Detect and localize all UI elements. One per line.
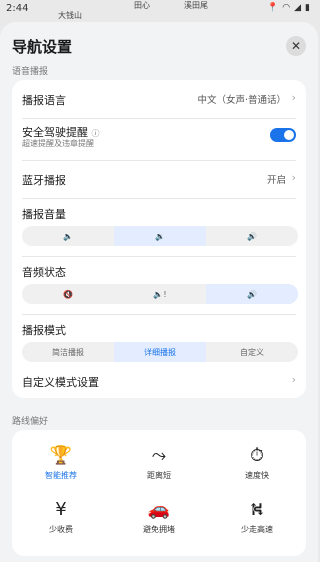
close-icon: ✕: [290, 39, 302, 53]
location-icon: 📍: [267, 3, 279, 13]
stopwatch-icon: ⏱: [249, 445, 265, 466]
broadcast-language-label: 播报语言: [22, 94, 66, 107]
route-card: 🏆 智能推荐 ⤳ 距离短 ⏱ 速度快 ¥ 少收费 🚗 避免拥堵 ⛕ 少走高速: [12, 430, 306, 556]
mode-selector: 简洁播报 详细播报 自定义: [22, 342, 298, 362]
mode-custom-option[interactable]: 自定义: [206, 342, 298, 362]
status-bar: 2:44 大钱山 田心 溪田尾 📍 ◠ ◢ ▮: [0, 0, 318, 20]
route-option-fastest[interactable]: ⏱ 速度快: [208, 444, 306, 494]
divider: [22, 198, 296, 199]
route-option-label: 速度快: [245, 471, 269, 480]
voice-card: 播报语言 中文（女声·普通话） › 安全驾驶提醒 ⓘ 超速提醒及违章提醒 蓝牙播…: [12, 80, 306, 398]
toll-icon: ¥: [55, 499, 67, 520]
page-title: 导航设置: [12, 38, 73, 56]
volume-label: 播报音量: [22, 208, 66, 221]
custom-mode-label: 自定义模式设置: [22, 376, 99, 389]
mode-header: 播报模式: [22, 322, 296, 337]
volume-medium-icon: 🔉: [155, 231, 165, 241]
section-label-voice: 语音播报: [12, 67, 49, 77]
audio-on-option[interactable]: 🔊: [206, 284, 298, 304]
chevron-right-icon: ›: [291, 373, 296, 386]
route-option-avoid-highway[interactable]: ⛕ 少走高速: [208, 498, 306, 548]
status-time: 2:44: [6, 3, 29, 14]
custom-mode-row[interactable]: 自定义模式设置 ›: [22, 373, 296, 390]
divider: [22, 160, 296, 161]
route-option-label: 避免拥堵: [143, 525, 175, 534]
mute-icon: 🔇: [63, 289, 73, 299]
speaker-alert-icon: 🔈!: [153, 289, 167, 299]
broadcast-language-value: 中文（女声·普通话）: [197, 95, 286, 106]
safe-driving-row: 安全驾驶提醒 ⓘ 超速提醒及违章提醒: [22, 124, 296, 152]
status-icons: 📍 ◠ ◢ ▮: [267, 3, 310, 13]
volume-low-icon: 🔈: [63, 231, 73, 241]
route-option-shortest[interactable]: ⤳ 距离短: [110, 444, 208, 494]
mode-detailed-option[interactable]: 详细播报: [114, 342, 206, 362]
broadcast-language-row[interactable]: 播报语言 中文（女声·普通话） ›: [22, 91, 296, 108]
volume-header: 播报音量: [22, 206, 296, 221]
wifi-icon: ◠: [282, 3, 291, 13]
bluetooth-label: 蓝牙播报: [22, 174, 66, 187]
trophy-icon: 🏆: [49, 445, 73, 466]
divider: [22, 118, 296, 119]
chevron-right-icon: ›: [291, 171, 296, 184]
route-option-smart[interactable]: 🏆 智能推荐: [12, 444, 110, 494]
close-button[interactable]: ✕: [286, 36, 306, 56]
settings-sheet: 导航设置 ✕ 语音播报 播报语言 中文（女声·普通话） › 安全驾驶提醒 ⓘ 超…: [0, 22, 318, 562]
route-option-label: 少走高速: [241, 525, 273, 534]
volume-low-option[interactable]: 🔈: [22, 226, 114, 246]
volume-selector: 🔈 🔉 🔊: [22, 226, 298, 246]
audio-state-header: 音频状态: [22, 264, 296, 279]
route-option-less-toll[interactable]: ¥ 少收费: [12, 498, 110, 548]
map-label: 田心: [134, 1, 150, 10]
bluetooth-value: 开启: [266, 175, 286, 186]
route-option-label: 少收费: [49, 525, 73, 534]
mode-label: 播报模式: [22, 324, 66, 337]
speaker-icon: 🔊: [247, 289, 257, 299]
audio-state-label: 音频状态: [22, 266, 66, 279]
volume-high-option[interactable]: 🔊: [206, 226, 298, 246]
car-icon: 🚗: [147, 499, 171, 520]
highway-icon: ⛕: [250, 499, 264, 520]
route-option-avoid-congestion[interactable]: 🚗 避免拥堵: [110, 498, 208, 548]
audio-state-selector: 🔇 🔈! 🔊: [22, 284, 298, 304]
bluetooth-row[interactable]: 蓝牙播报 开启 ›: [22, 171, 296, 188]
audio-mute-option[interactable]: 🔇: [22, 284, 114, 304]
route-options: 🏆 智能推荐 ⤳ 距离短 ⏱ 速度快 ¥ 少收费 🚗 避免拥堵 ⛕ 少走高速: [12, 430, 306, 556]
battery-icon: ▮: [305, 3, 310, 13]
route-icon: ⤳: [151, 445, 167, 466]
section-label-route: 路线偏好: [12, 417, 49, 427]
map-label: 大钱山: [58, 11, 82, 20]
safe-driving-sub: 超速提醒及违章提醒: [22, 139, 94, 148]
volume-high-icon: 🔊: [247, 231, 257, 241]
map-label: 溪田尾: [184, 1, 208, 10]
chevron-right-icon: ›: [291, 91, 296, 104]
volume-medium-option[interactable]: 🔉: [114, 226, 206, 246]
mode-concise-option[interactable]: 简洁播报: [22, 342, 114, 362]
safe-driving-toggle[interactable]: [270, 128, 296, 142]
route-option-label: 距离短: [147, 471, 171, 480]
divider: [22, 256, 296, 257]
info-icon[interactable]: ⓘ: [92, 129, 100, 138]
divider: [22, 314, 296, 315]
route-option-label: 智能推荐: [45, 471, 77, 480]
signal-icon: ◢: [294, 3, 302, 13]
audio-alert-option[interactable]: 🔈!: [114, 284, 206, 304]
